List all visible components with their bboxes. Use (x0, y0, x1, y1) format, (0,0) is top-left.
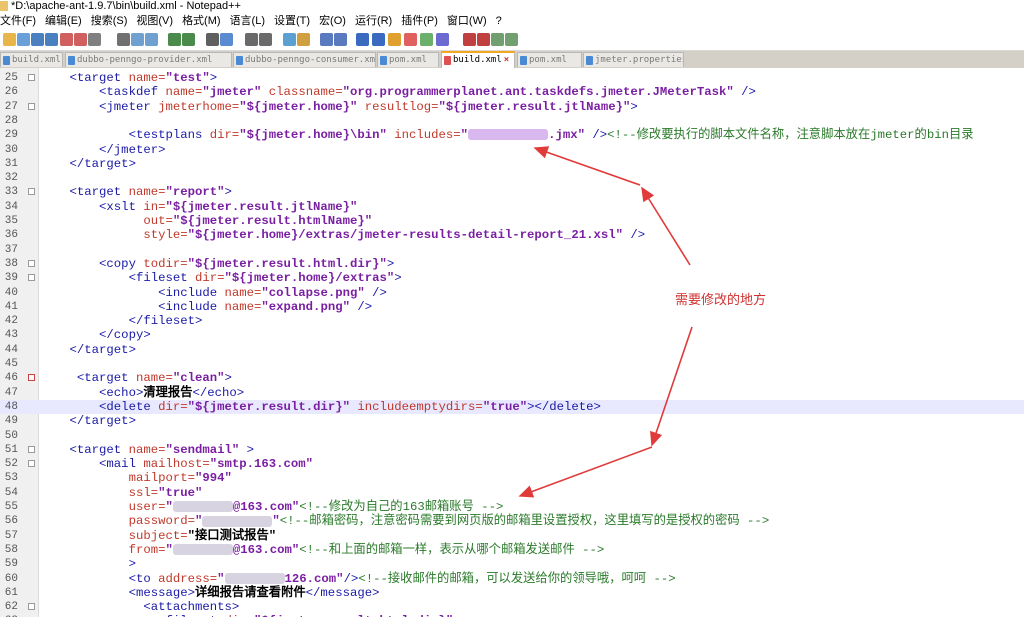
arrow-to-user (518, 446, 653, 498)
annotation-arrows (518, 146, 693, 498)
arrow-to-jmx (533, 146, 641, 186)
arrow-to-testplans (641, 186, 691, 266)
arrow-to-mail-down (650, 326, 693, 447)
